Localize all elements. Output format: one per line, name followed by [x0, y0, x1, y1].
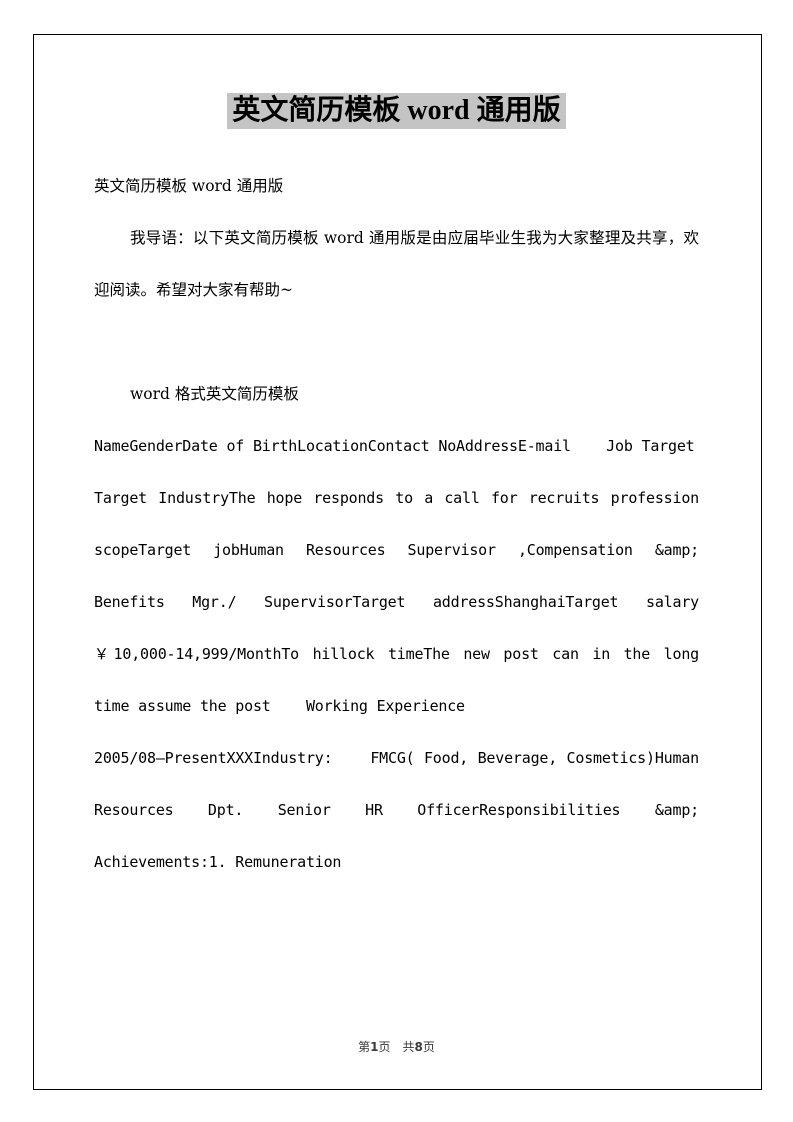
paragraph-subtitle: 英文简历模板 word 通用版 — [94, 177, 284, 195]
document-page: { "document": { "title": "英文简历模板 word 通用… — [0, 0, 793, 1122]
page-footer: 第1页 共8页 — [0, 1038, 793, 1056]
footer-page-prefix: 第 — [358, 1040, 371, 1054]
paragraph-section-heading: word 格式英文简历模板 — [130, 385, 299, 403]
title-gap — [94, 134, 699, 160]
paragraph-working-experience: 2005/08—PresentXXXIndustry: FMCG( Food, … — [94, 749, 708, 871]
paragraph-gap-1 — [94, 316, 699, 368]
footer-total-suffix: 页 — [422, 1040, 435, 1054]
footer-total-pages: 8 — [414, 1040, 423, 1054]
paragraph-intro: 我导语：以下英文简历模板 word 通用版是由应届毕业生我为大家整理及共享，欢迎… — [94, 229, 699, 299]
document-content: 英文简历模板 word 通用版 英文简历模板 word 通用版 我导语：以下英文… — [94, 34, 699, 888]
page-title-text: 英文简历模板 word 通用版 — [227, 93, 566, 129]
footer-page-suffix: 页 — [378, 1040, 391, 1054]
paragraph-job-target: Target IndustryThe hope responds to a ca… — [94, 489, 708, 715]
footer-total-prefix: 共 — [402, 1040, 415, 1054]
page-title: 英文简历模板 word 通用版 — [94, 34, 699, 134]
paragraph-personal-info: NameGenderDate of BirthLocationContact N… — [94, 437, 695, 455]
